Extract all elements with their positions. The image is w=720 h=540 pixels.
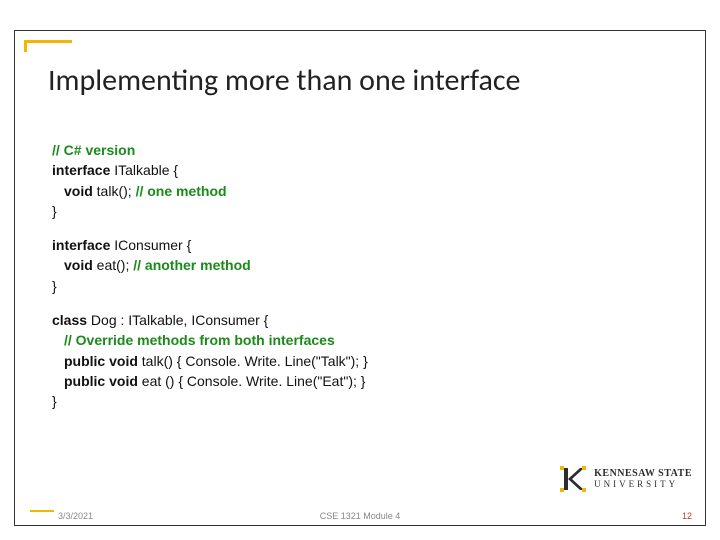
code-text: ITalkable {: [110, 162, 178, 178]
code-keyword: public void: [64, 373, 138, 389]
code-keyword: void: [64, 183, 93, 199]
code-keyword: public void: [64, 353, 138, 369]
ksu-logo-text: KENNESAW STATE UNIVERSITY: [594, 469, 692, 489]
code-keyword: interface: [52, 237, 110, 253]
footer-page-number: 12: [682, 511, 692, 521]
code-text: IConsumer {: [110, 237, 191, 253]
code-text: }: [52, 203, 57, 219]
code-keyword: class: [52, 312, 87, 328]
code-text: eat () { Console. Write. Line("Eat"); }: [138, 373, 366, 389]
code-block-1: // C# version interface ITalkable { void…: [52, 140, 652, 221]
code-block-2: interface IConsumer { void eat(); // ano…: [52, 235, 652, 296]
code-keyword: void: [64, 257, 93, 273]
code-comment: // C# version: [52, 142, 135, 158]
code-comment: // Override methods from both interfaces: [64, 332, 335, 348]
logo-line1: KENNESAW STATE: [594, 469, 692, 480]
code-text: eat();: [93, 257, 133, 273]
ksu-logo: KENNESAW STATE UNIVERSITY: [558, 464, 692, 494]
code-text: }: [52, 393, 57, 409]
logo-line2: UNIVERSITY: [594, 480, 692, 489]
code-comment: // one method: [136, 183, 227, 199]
code-text: }: [52, 278, 57, 294]
slide-title: Implementing more than one interface: [48, 62, 520, 99]
code-body: // C# version interface ITalkable { void…: [52, 140, 652, 426]
code-block-3: class Dog : ITalkable, IConsumer { // Ov…: [52, 310, 652, 411]
code-keyword: interface: [52, 162, 110, 178]
footer-course: CSE 1321 Module 4: [0, 511, 720, 521]
code-text: Dog : ITalkable, IConsumer {: [87, 312, 268, 328]
code-comment: // another method: [133, 257, 250, 273]
code-text: talk();: [93, 183, 136, 199]
code-text: talk() { Console. Write. Line("Talk"); }: [138, 353, 368, 369]
corner-accent: [24, 40, 72, 52]
ksu-logo-icon: [558, 464, 588, 494]
